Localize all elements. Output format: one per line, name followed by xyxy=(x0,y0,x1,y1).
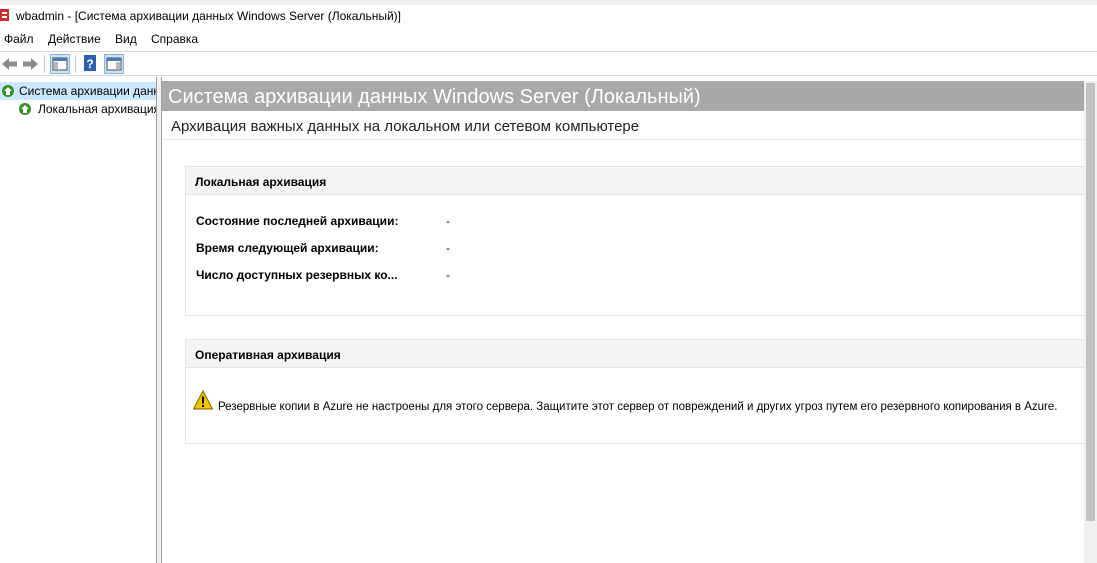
menu-bar: Файл Действие Вид Справка xyxy=(0,30,1097,50)
azure-warning-message: Резервные копии в Azure не настроены для… xyxy=(218,401,1058,413)
warning-icon xyxy=(193,390,213,410)
panel-header: Оперативная архивация xyxy=(186,340,1085,368)
window-top-border xyxy=(0,0,1097,5)
window-title: wbadmin - [Система архивации данных Wind… xyxy=(16,9,401,23)
panel-header: Локальная архивация xyxy=(186,167,1085,195)
available-backups-value: - xyxy=(446,268,450,282)
menu-help[interactable]: Справка xyxy=(151,32,198,46)
tree-item-local-backup[interactable]: Локальная архивация xyxy=(0,100,157,118)
vertical-scrollbar[interactable] xyxy=(1084,81,1097,563)
back-arrow-icon[interactable] xyxy=(0,54,20,74)
backup-icon xyxy=(2,85,14,97)
toolbar-separator xyxy=(44,55,45,73)
last-backup-status-label: Состояние последней архивации: xyxy=(196,214,399,228)
show-hide-console-tree-icon[interactable] xyxy=(50,54,70,74)
last-backup-status-value: - xyxy=(446,214,450,228)
title-bar: wbadmin - [Система архивации данных Wind… xyxy=(0,0,1097,30)
backup-icon xyxy=(19,103,31,115)
forward-arrow-icon[interactable] xyxy=(20,54,40,74)
menu-view[interactable]: Вид xyxy=(115,32,137,46)
tree-item-label: Локальная архивация xyxy=(38,102,157,116)
page-title: Система архивации данных Windows Server … xyxy=(168,86,701,108)
available-backups-label: Число доступных резервных ко... xyxy=(196,268,398,282)
wbadmin-app-icon xyxy=(0,9,11,23)
online-backup-panel: Оперативная архивация Резервные копии в … xyxy=(185,339,1085,444)
toolbar-separator xyxy=(75,55,76,73)
panel-title: Оперативная архивация xyxy=(195,348,341,362)
console-tree: Система архивации данных Windows Server … xyxy=(0,77,157,563)
menu-action[interactable]: Действие xyxy=(48,32,101,46)
page-subtitle: Архивация важных данных на локальном или… xyxy=(171,118,640,135)
local-backup-panel: Локальная архивация Состояние последней … xyxy=(185,166,1085,316)
main-pane: Система архивации данных Windows Server … xyxy=(162,81,1097,563)
divider xyxy=(162,139,1084,140)
panel-title: Локальная архивация xyxy=(195,175,327,189)
toolbar: ? xyxy=(0,51,1097,76)
tree-item-wsb-root[interactable]: Система архивации данных Windows Server … xyxy=(0,82,156,100)
next-backup-time-label: Время следующей архивации: xyxy=(196,241,379,255)
scrollbar-thumb[interactable] xyxy=(1086,83,1095,521)
menu-file[interactable]: Файл xyxy=(4,32,34,46)
header-band: Система архивации данных Windows Server … xyxy=(162,81,1084,111)
help-icon[interactable]: ? xyxy=(81,54,101,74)
action-pane-icon[interactable] xyxy=(104,54,124,74)
tree-item-label: Система архивации данных Windows Server … xyxy=(19,84,156,98)
next-backup-time-value: - xyxy=(446,241,450,255)
svg-text:?: ? xyxy=(86,57,93,71)
